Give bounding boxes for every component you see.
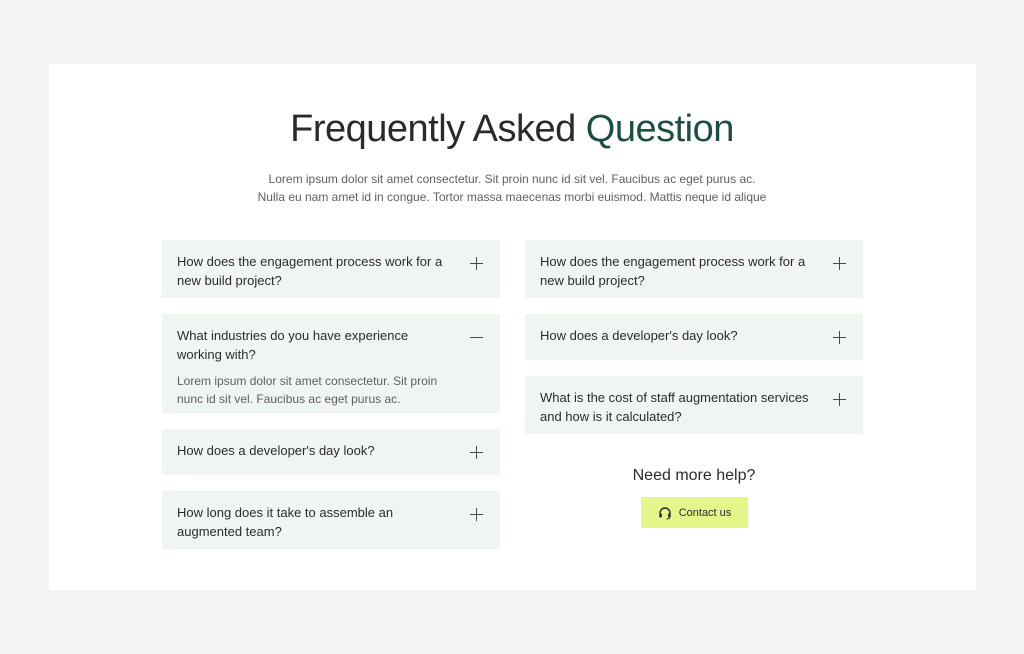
faq-item[interactable]: How does the engagement process work for…	[525, 240, 863, 298]
faq-item-expanded[interactable]: What industries do you have experience w…	[162, 314, 500, 413]
page-title: Frequently Asked Question	[0, 108, 1024, 151]
faq-question: How long does it take to assemble an aug…	[177, 505, 394, 539]
page-subtitle: Lorem ipsum dolor sit amet consectetur. …	[0, 170, 1024, 206]
contact-us-button[interactable]: Contact us	[641, 497, 748, 528]
plus-icon[interactable]	[470, 508, 483, 521]
faq-question: How does a developer's day look?	[540, 328, 738, 343]
faq-question: How does the engagement process work for…	[540, 254, 806, 288]
minus-icon[interactable]	[470, 331, 483, 344]
faq-item[interactable]: How does a developer's day look?	[525, 314, 863, 360]
plus-icon[interactable]	[470, 257, 483, 270]
faq-question: What industries do you have experience w…	[177, 328, 409, 362]
faq-question: What is the cost of staff augmentation s…	[540, 390, 809, 424]
plus-icon[interactable]	[833, 331, 846, 344]
contact-us-label: Contact us	[678, 506, 732, 519]
faq-item[interactable]: How does the engagement process work for…	[162, 240, 500, 298]
faq-item[interactable]: How long does it take to assemble an aug…	[162, 491, 500, 549]
subtitle-line-1: Lorem ipsum dolor sit amet consectetur. …	[268, 172, 756, 186]
faq-question: How does a developer's day look?	[177, 443, 375, 458]
faq-question: How does the engagement process work for…	[177, 254, 443, 288]
plus-icon[interactable]	[470, 446, 483, 459]
faq-item[interactable]: How does a developer's day look?	[162, 429, 500, 475]
subtitle-line-2: Nulla eu nam amet id in congue. Tortor m…	[257, 190, 767, 204]
faq-item[interactable]: What is the cost of staff augmentation s…	[525, 376, 863, 434]
plus-icon[interactable]	[833, 257, 846, 270]
title-accent: Question	[585, 108, 735, 150]
plus-icon[interactable]	[833, 393, 846, 406]
faq-answer: Lorem ipsum dolor sit amet consectetur. …	[177, 374, 438, 406]
need-help-heading: Need more help?	[632, 467, 756, 484]
title-main: Frequently Asked	[290, 108, 576, 150]
headset-icon	[658, 506, 672, 520]
